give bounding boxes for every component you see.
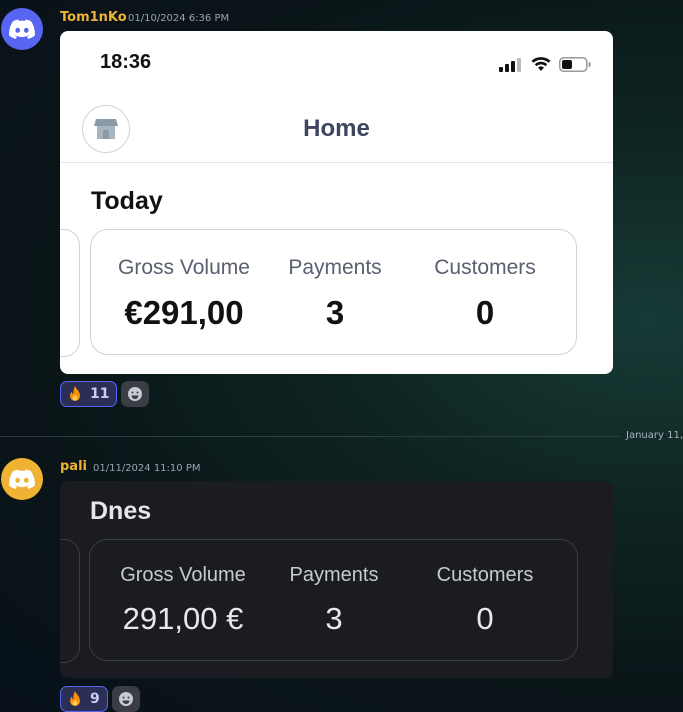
stat-value: €291,00 bbox=[124, 294, 244, 331]
stat-label: Gross Volume bbox=[118, 256, 250, 279]
status-bar-icons bbox=[499, 57, 591, 72]
stat-value: 291,00 € bbox=[122, 601, 244, 636]
fire-icon bbox=[70, 691, 80, 706]
header-divider bbox=[60, 162, 613, 163]
stats-card[interactable]: Gross Volume 291,00 € Payments 3 Custome… bbox=[89, 539, 578, 661]
date-divider-label: January 11, 2024 bbox=[626, 430, 683, 441]
stats-card[interactable]: Gross Volume €291,00 Payments 3 Customer… bbox=[90, 229, 577, 355]
smiley-add-icon bbox=[118, 692, 133, 706]
previous-card-edge bbox=[60, 229, 80, 357]
stat-label: Customers bbox=[436, 564, 534, 586]
stat-label: Payments bbox=[289, 564, 379, 586]
timestamp: 01/11/2024 11:10 PM bbox=[93, 463, 201, 474]
stat-gross-volume: Gross Volume 291,00 € bbox=[104, 564, 262, 637]
previous-card-edge bbox=[60, 539, 80, 663]
section-title: Today bbox=[91, 187, 163, 215]
screenshot-attachment[interactable]: Dnes Gross Volume 291,00 € Payments 3 Cu… bbox=[60, 481, 613, 678]
stat-payments: Payments 3 bbox=[274, 564, 394, 637]
stat-customers: Customers 0 bbox=[425, 256, 545, 332]
reaction-count: 9 bbox=[90, 691, 100, 707]
avatar[interactable] bbox=[1, 458, 43, 500]
reaction-bar: 9 bbox=[60, 686, 140, 712]
avatar[interactable] bbox=[1, 8, 43, 50]
reaction-count: 11 bbox=[90, 386, 110, 402]
stat-value: 3 bbox=[325, 601, 343, 636]
add-reaction-button[interactable] bbox=[121, 381, 150, 407]
discord-logo-icon bbox=[9, 469, 35, 489]
reaction-bar: 11 bbox=[60, 381, 150, 407]
wifi-icon bbox=[531, 57, 551, 71]
timestamp: 01/10/2024 6:36 PM bbox=[128, 13, 230, 24]
battery-icon bbox=[559, 57, 591, 72]
page-title: Home bbox=[303, 115, 370, 142]
username[interactable]: pali bbox=[60, 459, 87, 474]
reaction-fire[interactable]: 9 bbox=[60, 686, 108, 712]
stat-value: 0 bbox=[476, 601, 494, 636]
stat-value: 0 bbox=[475, 294, 495, 331]
stat-customers: Customers 0 bbox=[425, 564, 545, 637]
stat-gross-volume: Gross Volume €291,00 bbox=[105, 256, 263, 332]
section-title: Dnes bbox=[90, 497, 152, 525]
stat-payments: Payments 3 bbox=[275, 256, 395, 332]
smiley-add-icon bbox=[128, 387, 143, 401]
status-bar-time: 18:36 bbox=[100, 51, 152, 73]
stat-label: Payments bbox=[288, 256, 382, 279]
stat-value: 3 bbox=[325, 294, 345, 331]
date-divider bbox=[0, 436, 620, 437]
fire-icon bbox=[70, 386, 80, 401]
signal-icon bbox=[499, 57, 521, 72]
stat-label: Customers bbox=[434, 256, 536, 279]
reaction-fire[interactable]: 11 bbox=[60, 381, 118, 407]
discord-logo-icon bbox=[9, 19, 35, 39]
stat-label: Gross Volume bbox=[120, 564, 246, 586]
add-reaction-button[interactable] bbox=[111, 686, 140, 712]
username[interactable]: Tom1nKo bbox=[60, 10, 127, 25]
screenshot-attachment[interactable]: 18:36 Home Today Gross Volume €291,00 Pa… bbox=[60, 31, 613, 374]
